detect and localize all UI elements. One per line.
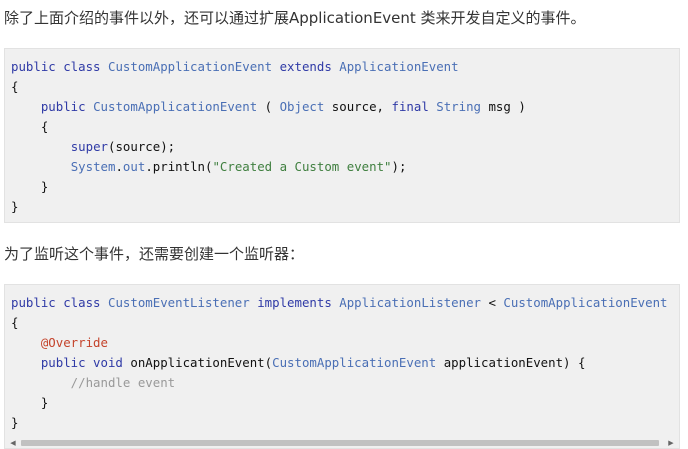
code-line: System.out.println("Created a Custom eve… bbox=[11, 157, 407, 177]
code-token: CustomApplicationEvent bbox=[107, 59, 273, 74]
code-token: "Created a Custom event" bbox=[212, 159, 392, 174]
code-token: ApplicationEvent bbox=[339, 59, 459, 74]
code-token: .println( bbox=[145, 159, 213, 174]
code-token: //handle event bbox=[11, 375, 176, 390]
code-block-event-listener: ◀ ▶ public class CustomEventListener imp… bbox=[4, 284, 680, 449]
code-line: } bbox=[11, 393, 48, 413]
code-token: applicationEvent) { bbox=[436, 355, 586, 370]
code-token: { bbox=[11, 119, 49, 134]
code-token: @Override bbox=[40, 335, 108, 350]
code-line: } bbox=[11, 413, 18, 433]
code-block-custom-event: public class CustomApplicationEvent exte… bbox=[4, 48, 680, 223]
code-token: ); bbox=[391, 159, 407, 174]
code-token: { bbox=[11, 315, 19, 330]
code-token: public class bbox=[11, 59, 108, 74]
code-token: CustomApplicationEvent bbox=[503, 295, 668, 310]
code-token: ( bbox=[257, 99, 280, 114]
code-token: } bbox=[11, 179, 49, 194]
code-line: //handle event bbox=[11, 373, 175, 393]
code-token: System bbox=[70, 159, 116, 174]
code-line: public class CustomApplicationEvent exte… bbox=[11, 57, 459, 77]
code-token: } bbox=[11, 199, 19, 214]
code-token: extends bbox=[272, 59, 340, 74]
scroll-right-icon[interactable]: ▶ bbox=[665, 438, 677, 448]
code-token: msg ) bbox=[481, 99, 526, 114]
code-line: { bbox=[11, 117, 48, 137]
code-token: onApplicationEvent( bbox=[130, 355, 273, 370]
code-token: public bbox=[11, 99, 94, 114]
code-token: source, bbox=[324, 99, 392, 114]
code-token: super bbox=[70, 139, 108, 154]
code-token: public void bbox=[11, 355, 131, 370]
intro-paragraph: 除了上面介绍的事件以外，还可以通过扩展ApplicationEvent 类来开发… bbox=[4, 9, 586, 27]
scroll-left-icon[interactable]: ◀ bbox=[7, 438, 19, 448]
code-line: { bbox=[11, 313, 18, 333]
code-token: } bbox=[11, 415, 19, 430]
code-token: out bbox=[122, 159, 146, 174]
code-line: { bbox=[11, 77, 18, 97]
code-line: } bbox=[11, 177, 48, 197]
code-token: } bbox=[11, 395, 49, 410]
code-token: Object bbox=[279, 99, 325, 114]
code-line: public void onApplicationEvent(CustomApp… bbox=[11, 353, 586, 373]
code-token: CustomEventListener bbox=[107, 295, 250, 310]
code-line: super(source); bbox=[11, 137, 175, 157]
code-line: public class CustomEventListener impleme… bbox=[11, 293, 668, 313]
code-token: CustomApplicationEvent bbox=[93, 99, 258, 114]
code-token: < bbox=[481, 295, 504, 310]
code-token: ApplicationListener bbox=[339, 295, 482, 310]
code-token: . bbox=[115, 159, 123, 174]
code-token: { bbox=[11, 79, 19, 94]
scrollbar-thumb[interactable] bbox=[21, 440, 659, 446]
code-token: public class bbox=[11, 295, 108, 310]
code-token: final bbox=[391, 99, 437, 114]
code-line: } bbox=[11, 197, 18, 217]
listener-paragraph: 为了监听这个事件，还需要创建一个监听器： bbox=[4, 245, 305, 263]
horizontal-scrollbar[interactable]: ◀ ▶ bbox=[5, 438, 679, 448]
code-line: public CustomApplicationEvent ( Object s… bbox=[11, 97, 526, 117]
code-token: implements bbox=[249, 295, 340, 310]
code-token: CustomApplicationEvent bbox=[272, 355, 437, 370]
code-token: String bbox=[436, 99, 482, 114]
code-line: @Override bbox=[11, 333, 108, 353]
code-token: (source); bbox=[108, 139, 176, 154]
